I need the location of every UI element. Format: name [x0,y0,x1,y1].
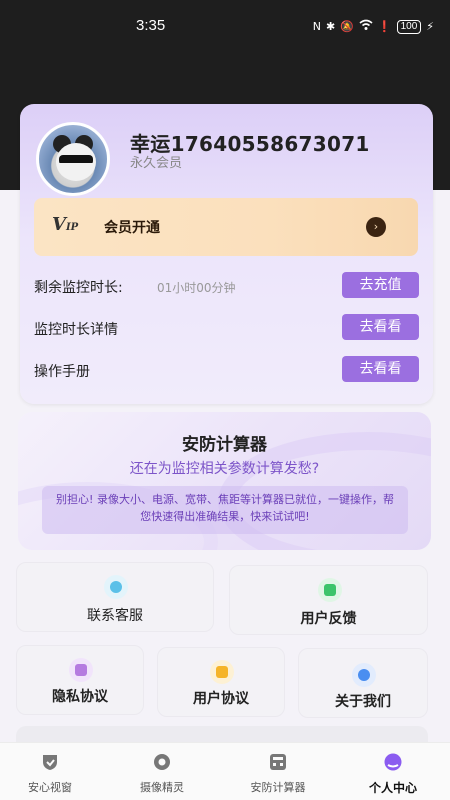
calculator-card[interactable]: 安防计算器 还在为监控相关参数计算发愁? 别担心! 录像大小、电源、宽带、焦距等… [18,412,431,550]
calculator-description: 别担心! 录像大小、电源、宽带、焦距等计算器已就位，一键操作，帮您快速得出准确结… [42,486,408,534]
chat-icon [318,578,342,602]
calculator-title: 安防计算器 [182,435,267,455]
remaining-time-value: 01小时00分钟 [157,281,236,295]
row-manual: 操作手册 去看看 [34,356,419,386]
avatar[interactable] [36,122,110,196]
user-feedback-tile[interactable]: 用户反馈 [229,565,428,635]
battery-indicator: 100 [396,19,422,34]
recharge-button[interactable]: 去充值 [342,272,419,298]
shield-icon [43,755,57,770]
row-label: 监控时长详情 [34,322,118,338]
row-label: 剩余监控时长: [34,280,123,296]
tile-label: 联系客服 [87,608,143,624]
status-time: 3:35 [136,17,166,34]
tile-label: 用户反馈 [300,611,357,627]
lock-icon [69,658,93,682]
tab-security-calculator[interactable]: 安防计算器 [228,749,328,797]
headset-icon [104,575,128,599]
charging-icon: ⚡ [426,20,434,33]
document-icon [210,660,234,684]
profile-card: 幸运17640558673071 永久会员 VIP 会员开通 › 剩余监控时长:… [20,104,433,404]
vip-label: 会员开通 [104,220,160,236]
status-icons: N ✱ 🔕 ❗ 100 ⚡ [313,19,434,34]
bluetooth-icon: ✱ [325,20,336,33]
user-icon [384,753,402,771]
tab-label: 摄像精灵 [140,781,184,794]
tab-label: 安心视窗 [28,781,72,794]
view-details-button[interactable]: 去看看 [342,314,419,340]
about-us-tile[interactable]: 关于我们 [298,648,428,718]
camera-icon [154,754,170,770]
bottom-tab-bar: 安心视窗 摄像精灵 安防计算器 个人中心 [0,742,450,800]
view-manual-button[interactable]: 去看看 [342,356,419,382]
vip-logo-icon: VIP [52,214,79,235]
wifi-icon [359,19,373,34]
vip-banner[interactable]: VIP 会员开通 › [34,198,418,256]
row-time-details: 监控时长详情 去看看 [34,314,419,344]
tab-personal-center[interactable]: 个人中心 [343,749,443,797]
calculator-icon [270,754,286,770]
row-remaining-time: 剩余监控时长: 01小时00分钟 去充值 [34,272,419,302]
mute-icon: 🔕 [340,20,354,33]
tile-label: 关于我们 [335,694,391,710]
status-bar: 3:35 N ✱ 🔕 ❗ 100 ⚡ [0,0,450,56]
calculator-subtitle: 还在为监控相关参数计算发愁? [129,461,320,477]
nfc-icon: N [312,20,321,33]
row-label: 操作手册 [34,364,90,380]
tile-label: 用户协议 [193,691,249,707]
privacy-policy-tile[interactable]: 隐私协议 [16,645,144,715]
member-type: 永久会员 [130,156,183,171]
tile-label: 隐私协议 [52,689,108,705]
tab-safe-view[interactable]: 安心视窗 [0,749,100,797]
chevron-right-icon[interactable]: › [366,217,386,237]
contact-support-tile[interactable]: 联系客服 [16,562,214,632]
user-agreement-tile[interactable]: 用户协议 [157,647,285,717]
alert-icon: ❗ [377,20,392,33]
tab-label: 个人中心 [368,781,417,795]
tab-label: 安防计算器 [250,781,306,794]
info-icon [352,663,376,687]
tab-camera-genie[interactable]: 摄像精灵 [112,749,212,797]
